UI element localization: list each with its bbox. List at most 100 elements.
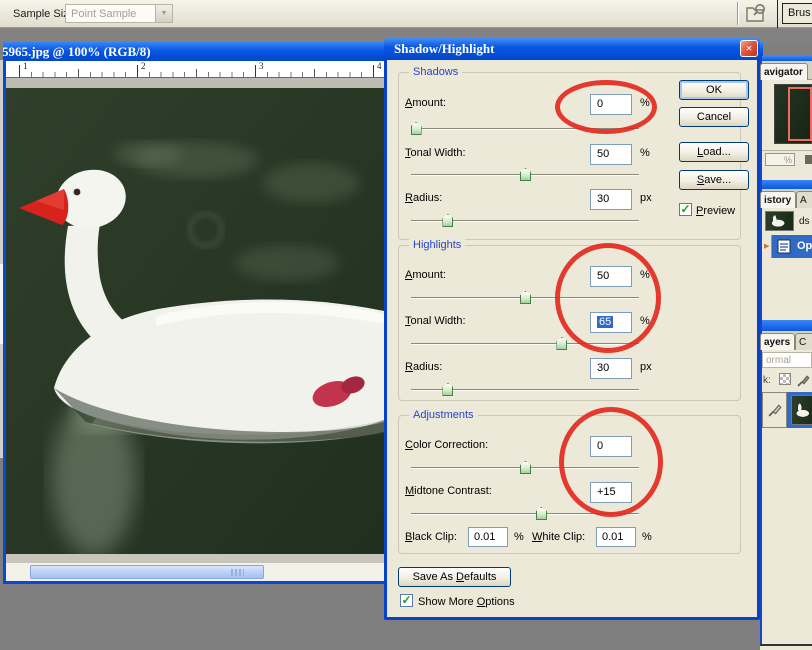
close-icon[interactable]: × <box>740 40 758 57</box>
blend-mode-dropdown[interactable]: ormal <box>762 352 812 368</box>
tab-actions[interactable]: A <box>796 191 812 208</box>
layer-row[interactable] <box>762 392 812 428</box>
shadows-amount-label: Amount: <box>405 97 446 109</box>
highlights-amount-label: Amount: <box>405 269 446 281</box>
navigator-zoom-row: % <box>762 150 812 168</box>
slider-thumb[interactable] <box>520 291 531 304</box>
navigator-thumbnail[interactable] <box>774 84 812 144</box>
palette-well: Brus <box>777 0 812 28</box>
slider-thumb[interactable] <box>520 168 531 181</box>
slider-track <box>411 128 639 130</box>
dialog-title: Shadow/Highlight <box>394 41 494 56</box>
save-as-defaults-button[interactable]: Save As Defaults <box>398 567 511 587</box>
midtone-contrast-slider[interactable] <box>411 507 639 521</box>
ok-button[interactable]: OK <box>679 80 749 100</box>
shadows-radius-slider[interactable] <box>411 214 639 228</box>
tab-channels[interactable]: C <box>795 333 812 350</box>
slider-thumb[interactable] <box>411 122 422 135</box>
ruler-number: 1 <box>23 61 28 71</box>
midtone-contrast-field[interactable]: +15 <box>590 482 632 503</box>
color-correction-slider[interactable] <box>411 461 639 475</box>
show-more-options-label: Show More Options <box>418 596 515 608</box>
slider-thumb[interactable] <box>520 461 531 474</box>
highlights-radius-field[interactable]: 30 <box>590 358 632 379</box>
lock-paint-icon[interactable] <box>797 373 811 387</box>
layers-title-bar[interactable] <box>762 320 812 331</box>
midtone-contrast-label: Midtone Contrast: <box>405 485 492 497</box>
highlights-tonal-width-field[interactable]: 65 <box>590 312 632 333</box>
shadows-radius-field[interactable]: 30 <box>590 189 632 210</box>
highlights-radius-slider[interactable] <box>411 383 639 397</box>
navigator-view-box[interactable] <box>788 87 812 141</box>
tab-brushes[interactable]: Brus <box>782 3 812 24</box>
cancel-button[interactable]: Cancel <box>679 107 749 127</box>
preview-checkbox[interactable]: ✓ <box>679 203 692 216</box>
adjustments-group: Adjustments Color Correction: 0 Midtone … <box>398 415 741 554</box>
shadows-amount-slider[interactable] <box>411 122 639 136</box>
active-layer-brush-icon[interactable] <box>762 392 787 428</box>
slider-thumb[interactable] <box>556 337 567 350</box>
shadows-group-label: Shadows <box>409 66 462 78</box>
layers-panel: C ayers ormal k: <box>760 320 812 644</box>
sample-size-dropdown[interactable]: Point Sample ▼ <box>65 4 173 23</box>
highlights-group-label: Highlights <box>409 239 465 251</box>
highlights-tonal-width-label: Tonal Width: <box>405 315 466 327</box>
scrollbar-grip <box>231 569 244 576</box>
highlights-tonal-width-slider[interactable] <box>411 337 639 351</box>
highlights-amount-field[interactable]: 50 <box>590 266 632 287</box>
unit-label: % <box>640 269 650 281</box>
navigator-zoom-field[interactable]: % <box>765 153 795 166</box>
shadows-radius-label: Radius: <box>405 192 442 204</box>
navigator-panel: avigator % <box>760 56 812 180</box>
dialog-title-bar[interactable]: Shadow/Highlight × <box>384 38 760 60</box>
panel-footer <box>760 646 812 650</box>
tab-layers[interactable]: ayers <box>760 333 795 350</box>
black-clip-field[interactable]: 0.01 <box>468 527 508 547</box>
slider-track <box>411 343 639 345</box>
highlights-radius-label: Radius: <box>405 361 442 373</box>
save-button[interactable]: Save... <box>679 170 749 190</box>
adjustments-group-label: Adjustments <box>409 409 478 421</box>
color-correction-field[interactable]: 0 <box>590 436 632 457</box>
highlights-amount-slider[interactable] <box>411 291 639 305</box>
history-state-row[interactable]: ▶ Op <box>762 235 812 258</box>
file-browser-icon[interactable] <box>744 2 769 26</box>
shadows-amount-field[interactable]: 0 <box>590 94 632 115</box>
swan-photo <box>6 88 384 554</box>
lock-transparency-icon[interactable] <box>779 373 791 385</box>
shadows-tonal-width-slider[interactable] <box>411 168 639 182</box>
photoshop-workspace: { "options_bar": { "sample_size_label": … <box>0 0 812 650</box>
layer-thumbnail[interactable] <box>791 395 812 425</box>
history-snapshot-row[interactable]: ds <box>762 208 812 235</box>
preview-label: Preview <box>696 205 735 217</box>
unit-label: px <box>640 361 652 373</box>
shadows-tonal-width-field[interactable]: 50 <box>590 144 632 165</box>
slider-thumb[interactable] <box>536 507 547 520</box>
tab-navigator[interactable]: avigator <box>760 63 808 80</box>
slider-thumb[interactable] <box>442 383 453 396</box>
toolbar-separator <box>737 2 739 25</box>
white-clip-label: White Clip: <box>532 531 585 543</box>
unit-label: % <box>640 147 650 159</box>
layers-lock-row: k: <box>762 370 812 390</box>
navigator-zoom-slider-icon[interactable] <box>805 155 812 164</box>
lock-label: k: <box>763 375 771 386</box>
history-brush-icon[interactable]: ▶ <box>762 235 772 258</box>
ruler-number: 3 <box>259 61 264 71</box>
scrollbar-thumb[interactable] <box>30 565 264 579</box>
slider-track <box>411 513 639 515</box>
history-title-bar[interactable] <box>762 180 812 189</box>
slider-thumb[interactable] <box>442 214 453 227</box>
ruler-number: 4 <box>377 61 382 71</box>
highlights-group: Highlights Amount: 50 % Tonal Width: 65 … <box>398 245 741 401</box>
unit-label: % <box>640 97 650 109</box>
color-correction-label: Color Correction: <box>405 439 488 451</box>
open-state-icon <box>776 238 793 255</box>
tab-history[interactable]: istory <box>760 191 796 208</box>
white-clip-field[interactable]: 0.01 <box>596 527 636 547</box>
show-more-options-checkbox[interactable]: ✓ <box>400 594 413 607</box>
snapshot-thumbnail <box>765 211 794 231</box>
history-state-label: Op <box>797 240 812 252</box>
load-button[interactable]: Load... <box>679 142 749 162</box>
chevron-down-icon[interactable]: ▼ <box>155 5 172 22</box>
